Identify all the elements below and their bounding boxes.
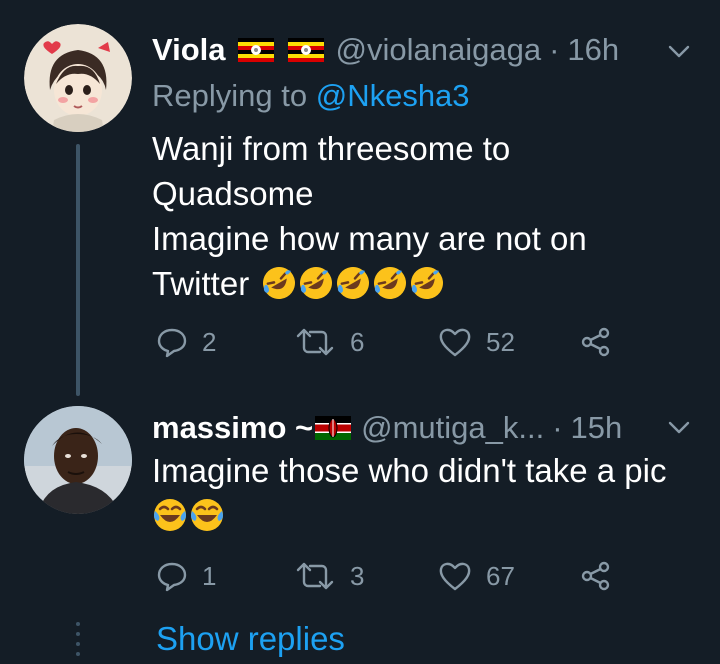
like-count: 67: [486, 560, 515, 591]
share-button[interactable]: [580, 556, 626, 596]
replying-to-label: Replying to: [152, 78, 308, 113]
reply-icon: [157, 328, 187, 358]
share-icon: [581, 561, 610, 591]
timestamp[interactable]: 15h: [571, 410, 623, 446]
reply-icon: [157, 562, 187, 592]
tweet-header: massimo ~ @mutiga_k... · 15h: [152, 408, 622, 448]
tweet-text-line: Twitter: [152, 265, 250, 302]
rolling-on-floor-laughing-icon: [411, 267, 444, 299]
retweet-button[interactable]: 6: [294, 322, 364, 362]
tweet-text-line-with-emoji: Twitter: [152, 261, 692, 306]
heart-icon: [439, 328, 471, 357]
tweet-text-line: Wanji from threesome to: [152, 130, 511, 167]
retweet-button[interactable]: 3: [294, 556, 364, 596]
display-name[interactable]: massimo ~: [152, 410, 313, 446]
tweet-actions: 1 3 67: [156, 556, 676, 596]
uganda-flag-icon: [287, 38, 324, 62]
like-button[interactable]: 52: [438, 322, 515, 362]
reply-count: 1: [202, 560, 217, 591]
rolling-on-floor-laughing-icon: [300, 267, 333, 299]
reply-count: 2: [202, 326, 217, 357]
tweet-emoji-line: [152, 493, 692, 538]
kenya-flag-icon: [315, 416, 352, 440]
timestamp[interactable]: 16h: [567, 32, 619, 68]
tweet-viola[interactable]: Viola @violanaigaga · 16h Replying to @N…: [0, 0, 720, 390]
rolling-on-floor-laughing-icon: [374, 267, 407, 299]
tweet-text: Imagine those who didn't take a pic: [152, 448, 692, 538]
chevron-down-icon[interactable]: [664, 36, 694, 66]
like-button[interactable]: 67: [438, 556, 515, 596]
share-button[interactable]: [580, 322, 626, 362]
more-replies-dots: [76, 622, 80, 662]
retweet-icon: [296, 328, 334, 356]
user-handle[interactable]: @violanaigaga: [336, 32, 542, 68]
uganda-flag-icon: [237, 38, 274, 62]
retweet-count: 3: [350, 560, 365, 591]
separator-dot: ·: [552, 410, 563, 445]
separator-dot: ·: [549, 32, 560, 67]
avatar[interactable]: [24, 406, 132, 514]
tweet-text: Wanji from threesome to Quadsome Imagine…: [152, 126, 692, 306]
tweet-massimo[interactable]: massimo ~ @mutiga_k... · 15h Imagine tho…: [0, 390, 720, 664]
tweet-header: Viola @violanaigaga · 16h: [152, 30, 619, 70]
rolling-on-floor-laughing-icon: [263, 267, 296, 299]
face-with-tears-of-joy-icon: [154, 499, 186, 531]
chevron-down-icon[interactable]: [664, 412, 694, 442]
like-count: 52: [486, 326, 515, 357]
mention-link[interactable]: @Nkesha3: [316, 78, 470, 113]
share-icon: [581, 327, 610, 357]
reply-button[interactable]: 1: [156, 556, 216, 596]
reply-button[interactable]: 2: [156, 322, 216, 362]
tweet-text-line: Imagine how many are not on: [152, 220, 587, 257]
user-handle[interactable]: @mutiga_k...: [361, 410, 544, 446]
show-replies-link[interactable]: Show replies: [156, 620, 345, 658]
display-name[interactable]: Viola: [152, 32, 226, 68]
tweet-text-line: Quadsome: [152, 175, 314, 212]
retweet-count: 6: [350, 326, 365, 357]
face-with-tears-of-joy-icon: [191, 499, 223, 531]
rolling-on-floor-laughing-icon: [337, 267, 370, 299]
tweet-actions: 2 6 52: [156, 322, 676, 362]
tweet-text-line: Imagine those who didn't take a pic: [152, 452, 667, 489]
retweet-icon: [296, 562, 334, 590]
avatar[interactable]: [24, 24, 132, 132]
replying-to: Replying to @Nkesha3: [152, 78, 470, 114]
heart-icon: [439, 562, 471, 591]
